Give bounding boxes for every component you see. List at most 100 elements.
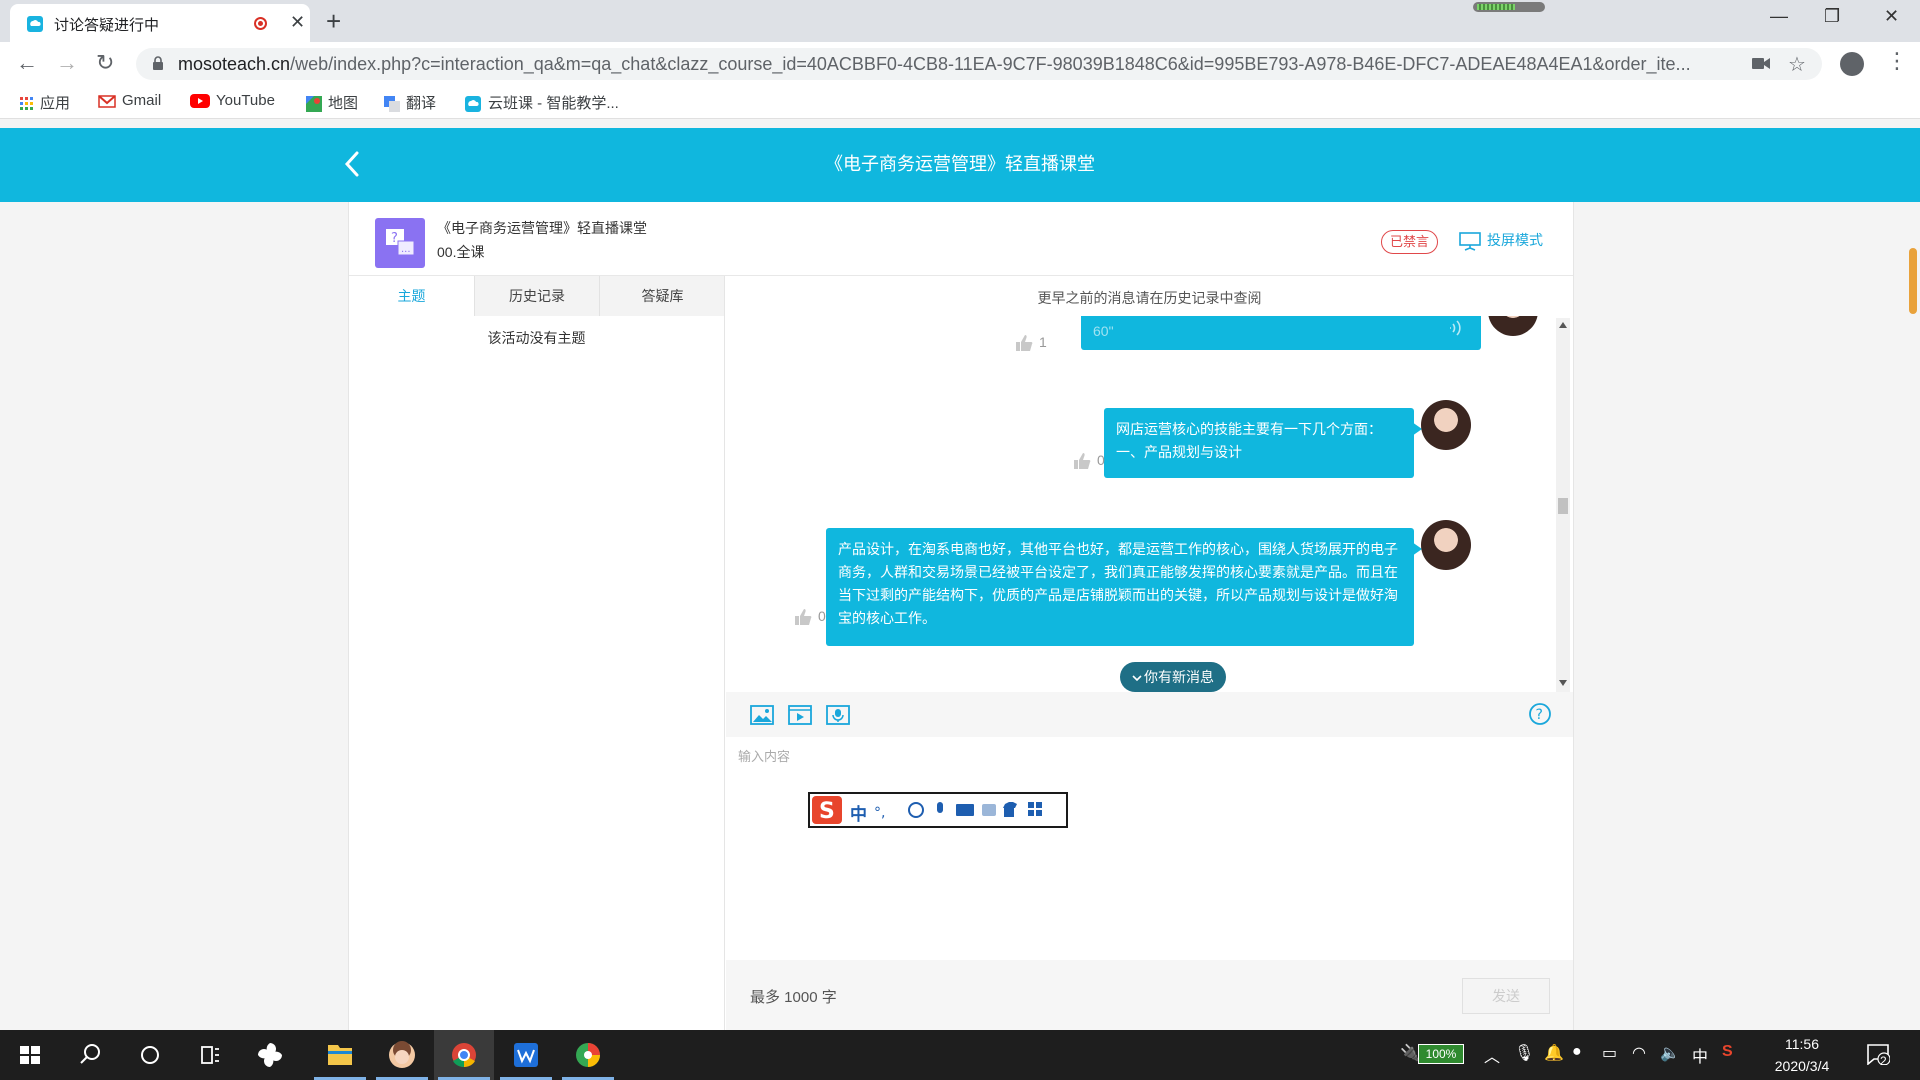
thumbs-up-icon: [794, 608, 812, 626]
bookmark-star-icon[interactable]: ☆: [1788, 52, 1806, 77]
reload-icon[interactable]: ↻: [96, 50, 114, 76]
apps-grid-icon: [20, 97, 34, 111]
scroll-down-arrow-icon[interactable]: [1559, 680, 1567, 686]
tab-history[interactable]: 历史记录: [474, 276, 599, 316]
battery-indicator[interactable]: 100%: [1418, 1044, 1464, 1064]
pinwheel-app-icon[interactable]: [240, 1030, 300, 1080]
start-button[interactable]: [0, 1030, 60, 1080]
projection-mode-button[interactable]: 投屏模式: [1459, 230, 1543, 252]
microphone-tray-icon[interactable]: 🎙: [1514, 1043, 1534, 1063]
bookmark-translate[interactable]: 翻译: [384, 92, 436, 113]
ime-indicator[interactable]: 中: [1692, 1043, 1708, 1067]
message-scrollbar[interactable]: [1556, 318, 1570, 692]
help-icon[interactable]: ?: [1528, 702, 1552, 726]
file-explorer-icon[interactable]: [310, 1030, 370, 1080]
image-icon[interactable]: [750, 704, 774, 726]
question-icon: ?...: [375, 218, 425, 268]
cortana-icon[interactable]: [120, 1030, 180, 1080]
send-button[interactable]: 发送: [1462, 978, 1550, 1014]
chat-message[interactable]: 网店运营核心的技能主要有一下几个方面：一、产品规划与设计: [1104, 408, 1414, 478]
photo-app-icon[interactable]: [372, 1030, 432, 1080]
thumbs-up-icon: [1073, 452, 1091, 470]
close-window-button[interactable]: ✕: [1884, 6, 1899, 27]
bookmark-maps[interactable]: 地图: [306, 92, 358, 113]
volume-icon[interactable]: 🔈: [1660, 1043, 1680, 1063]
chrome-icon[interactable]: [434, 1030, 494, 1080]
profile-avatar[interactable]: [1840, 52, 1864, 76]
new-message-label: 你有新消息: [1144, 669, 1214, 685]
page-scrollbar[interactable]: [1909, 248, 1917, 314]
plug-icon: 🔌: [1400, 1045, 1420, 1062]
char-limit-label: 最多 1000 字: [750, 989, 837, 1006]
download-progress: [1473, 2, 1545, 12]
qa-panel: ?... 《电子商务运营管理》轻直播课堂 00.全课 已禁言 投屏模式 主题 历…: [348, 202, 1574, 1030]
like-button[interactable]: 0: [794, 608, 826, 626]
bookmark-yunbanke[interactable]: 云班课 - 智能教学...: [464, 92, 619, 113]
forward-arrow-icon[interactable]: →: [56, 50, 78, 76]
message-list[interactable]: 60" 1 网店运营核心的技能主要有一下几个方面：一、产品规划与设计 0 产品设…: [726, 316, 1573, 692]
bookmark-youtube[interactable]: YouTube: [190, 92, 275, 109]
voice-message[interactable]: 60": [1081, 316, 1481, 350]
clock[interactable]: 11:56 2020/3/4: [1762, 1033, 1842, 1077]
colorful-app-icon[interactable]: [558, 1030, 618, 1080]
restore-button[interactable]: ❐: [1824, 6, 1840, 27]
browser-tab[interactable]: 讨论答疑进行中 ✕: [10, 4, 310, 42]
ime-lang: 中: [850, 805, 867, 824]
avatar: [1421, 520, 1471, 570]
history-hint: 更早之前的消息请在历史记录中查阅: [1037, 290, 1262, 306]
page-title: 《电子商务运营管理》轻直播课堂: [825, 154, 1095, 174]
tab-topic[interactable]: 主题: [349, 276, 474, 316]
url-text: mosoteach.cn/web/index.php?c=interaction…: [178, 54, 1691, 74]
svg-text:?: ?: [1536, 707, 1543, 723]
course-header: ?... 《电子商务运营管理》轻直播课堂 00.全课 已禁言 投屏模式: [349, 202, 1573, 276]
wps-icon[interactable]: [496, 1030, 556, 1080]
back-arrow-icon[interactable]: ←: [16, 50, 38, 76]
tab-bar: 主题 历史记录 答疑库: [349, 276, 724, 316]
bookmark-gmail[interactable]: Gmail: [98, 92, 161, 109]
bookmark-apps[interactable]: 应用: [20, 92, 70, 113]
svg-text:S: S: [819, 799, 835, 824]
video-icon[interactable]: [788, 704, 812, 726]
voice-duration: 60": [1093, 323, 1114, 339]
new-message-button[interactable]: 你有新消息: [1120, 662, 1226, 692]
search-icon[interactable]: [60, 1030, 120, 1080]
bookmarks-bar: 应用 Gmail YouTube 地图 翻译 云班课 - 智能教学...: [0, 86, 1920, 119]
scroll-up-arrow-icon[interactable]: [1559, 322, 1567, 328]
new-tab-button[interactable]: +: [326, 6, 341, 37]
minimize-button[interactable]: —: [1770, 6, 1788, 27]
like-button[interactable]: 1: [1015, 334, 1047, 352]
taskbar: 🔌 100% ︿ 🎙 🔔 ● ▭ ◠ 🔈 中 S 11:56 2020/3/4 …: [0, 1030, 1920, 1080]
projection-label: 投屏模式: [1487, 232, 1543, 248]
projector-icon: [1459, 231, 1481, 252]
menu-icon[interactable]: ⋮: [1886, 48, 1908, 74]
chevron-up-icon[interactable]: ︿: [1484, 1043, 1500, 1067]
ime-toolbar[interactable]: S °, °, 中: [808, 792, 1068, 828]
avatar: [1488, 316, 1538, 336]
bell-icon[interactable]: 🔔: [1544, 1043, 1564, 1063]
audio-wave-icon: [1449, 318, 1467, 338]
muted-badge[interactable]: 已禁言: [1381, 230, 1439, 254]
sogou-icon[interactable]: S: [1722, 1043, 1733, 1061]
svg-text:...: ...: [401, 244, 411, 255]
address-bar[interactable]: mosoteach.cn/web/index.php?c=interaction…: [136, 48, 1822, 80]
lock-icon: [152, 56, 164, 71]
message-input[interactable]: 输入内容: [738, 746, 790, 765]
notification-count: 2: [1880, 1054, 1887, 1068]
like-button[interactable]: 0: [1073, 452, 1105, 470]
browser-toolbar: ← → ↻ mosoteach.cn/web/index.php?c=inter…: [0, 42, 1920, 86]
tab-qa-library[interactable]: 答疑库: [599, 276, 725, 316]
scroll-thumb[interactable]: [1558, 498, 1568, 514]
task-view-icon[interactable]: [180, 1030, 240, 1080]
wifi-icon[interactable]: ◠: [1632, 1043, 1646, 1063]
input-toolbar: ?: [726, 692, 1573, 737]
thumbs-up-icon: [1015, 334, 1033, 352]
gmail-icon: [98, 94, 116, 108]
message-text: 产品设计，在淘系电商也好，其他平台也好，都是运营工作的核心，围绕人货场展开的电子…: [838, 541, 1398, 626]
battery-tray-icon[interactable]: ▭: [1602, 1043, 1617, 1063]
tray-app-icon[interactable]: ●: [1572, 1043, 1582, 1061]
close-tab-icon[interactable]: ✕: [290, 12, 305, 33]
chat-message[interactable]: 产品设计，在淘系电商也好，其他平台也好，都是运营工作的核心，围绕人货场展开的电子…: [826, 528, 1414, 646]
microphone-icon[interactable]: [826, 704, 850, 726]
maps-icon: [306, 96, 322, 113]
camera-icon[interactable]: [1752, 57, 1770, 70]
